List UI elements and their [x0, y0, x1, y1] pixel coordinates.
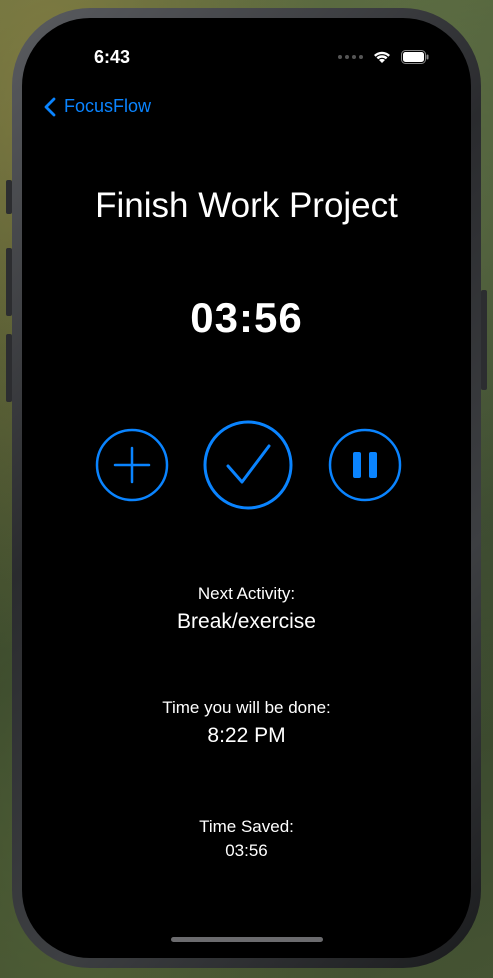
checkmark-icon [226, 444, 271, 484]
status-bar: 6:43 [22, 46, 471, 70]
time-saved-value: 03:56 [225, 841, 268, 860]
cellular-dots-icon [338, 55, 363, 59]
pause-button[interactable] [328, 428, 402, 502]
mute-switch [6, 180, 12, 214]
volume-up-button [6, 248, 12, 316]
home-indicator[interactable] [170, 937, 323, 942]
back-button[interactable]: FocusFlow [44, 96, 151, 117]
time-saved-section: Time Saved: 03:56 [22, 817, 471, 861]
wifi-icon [374, 51, 390, 63]
app-screen: 6:43 FocusFlow Finish Work Project 03:56 [22, 18, 471, 958]
back-button-label: FocusFlow [64, 96, 152, 116]
plus-icon [113, 446, 151, 484]
done-time-label: Time you will be done: [162, 698, 331, 717]
add-time-button[interactable] [95, 428, 169, 502]
done-time-value: 8:22 PM [207, 724, 286, 747]
next-activity-value: Break/exercise [177, 610, 316, 633]
volume-down-button [6, 334, 12, 402]
timer-controls [22, 420, 471, 510]
next-activity-section: Next Activity: Break/exercise [22, 584, 471, 634]
time-saved-label: Time Saved: [199, 817, 294, 836]
next-activity-label: Next Activity: [197, 584, 296, 603]
complete-button[interactable] [203, 420, 293, 510]
task-title: Finish Work Project [95, 186, 398, 225]
battery-icon [401, 50, 429, 64]
power-button [481, 290, 487, 390]
pause-icon [353, 452, 377, 478]
status-time: 6:43 [94, 47, 131, 67]
done-time-section: Time you will be done: 8:22 PM [22, 698, 471, 748]
status-icons [338, 50, 429, 64]
chevron-left-icon [44, 97, 56, 116]
countdown-timer: 03:56 [190, 294, 303, 341]
